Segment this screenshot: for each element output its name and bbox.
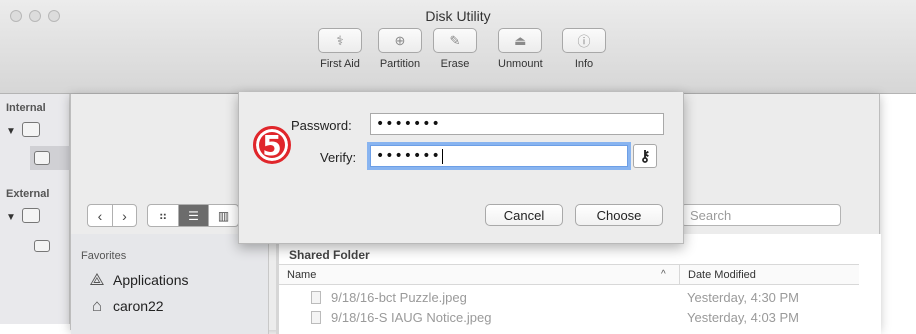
favorite-applications[interactable]: ⟁ Applications: [87, 270, 189, 290]
internal-disk-icon[interactable]: [22, 122, 40, 137]
password-sheet: 5 Password: ••••••• Verify: ••••••• ⚷ Ca…: [238, 92, 684, 244]
text-caret: [441, 148, 443, 164]
forward-button[interactable]: ›: [112, 205, 136, 226]
file-row[interactable]: 9/18/16-S IAUG Notice.jpeg Yesterday, 4:…: [279, 308, 859, 328]
applications-icon: ⟁: [89, 270, 105, 289]
favorite-label: Applications: [113, 272, 189, 288]
icon-view-button[interactable]: ⠶: [148, 205, 178, 226]
column-header: Name ^ Date Modified: [279, 264, 859, 285]
cancel-button[interactable]: Cancel: [485, 204, 563, 226]
file-name: 9/18/16-S IAUG Notice.jpeg: [331, 310, 492, 325]
external-section-label: External: [6, 188, 50, 200]
first-aid-label: First Aid: [320, 58, 360, 70]
step-number-badge: 5: [253, 126, 291, 164]
erase-icon: ✎: [449, 32, 461, 48]
stethoscope-icon: ⚕: [336, 32, 344, 48]
external-volume-icon[interactable]: [34, 240, 50, 252]
volume-icon: [34, 151, 50, 165]
window-title: Disk Utility: [425, 8, 491, 24]
file-list: Shared Folder Name ^ Date Modified 9/18/…: [276, 234, 881, 334]
favorite-home[interactable]: ⌂ caron22: [87, 296, 164, 316]
file-name: 9/18/16-bct Puzzle.jpeg: [331, 290, 467, 305]
disk-sidebar: Internal ▼ External ▼: [0, 94, 70, 324]
file-date: Yesterday, 4:03 PM: [687, 310, 800, 325]
first-aid-button[interactable]: ⚕ First Aid: [318, 28, 362, 70]
erase-label: Erase: [440, 58, 470, 70]
column-view-button[interactable]: ▥: [208, 205, 238, 226]
jpeg-file-icon: [311, 291, 321, 304]
favorites-sidebar: Favorites ⟁ Applications ⌂ caron22: [71, 234, 269, 334]
info-icon: ⓘ: [577, 34, 591, 49]
password-label: Password:: [291, 118, 352, 133]
password-field[interactable]: •••••••: [370, 113, 664, 135]
home-icon: ⌂: [91, 296, 103, 315]
window-titlebar: Disk Utility ⚕ First Aid ⊕ Partition ✎ E…: [0, 0, 916, 94]
favorites-header: Favorites: [81, 250, 127, 262]
unmount-label: Unmount: [498, 58, 543, 70]
internal-section-label: Internal: [6, 102, 46, 114]
choose-button[interactable]: Choose: [575, 204, 663, 226]
name-column-header[interactable]: Name: [287, 269, 316, 281]
folder-title: Shared Folder: [289, 248, 370, 262]
partition-label: Partition: [379, 58, 421, 70]
favorite-label: caron22: [113, 298, 164, 314]
back-button[interactable]: ‹: [88, 205, 112, 226]
list-view-button[interactable]: ☰: [178, 205, 208, 226]
back-forward-group: ‹ ›: [87, 204, 137, 227]
partition-icon: ⊕: [394, 32, 406, 48]
date-column-header[interactable]: Date Modified: [679, 265, 756, 285]
verify-label: Verify:: [320, 150, 357, 165]
verify-value: •••••••: [376, 148, 441, 164]
eject-icon: ⏏: [514, 32, 527, 48]
jpeg-file-icon: [311, 311, 321, 324]
search-input[interactable]: Search: [681, 204, 841, 226]
partition-button[interactable]: ⊕ Partition: [378, 28, 422, 70]
disclosure-triangle-icon[interactable]: ▼: [6, 126, 16, 137]
file-row[interactable]: 9/18/16-bct Puzzle.jpeg Yesterday, 4:30 …: [279, 288, 859, 308]
erase-button[interactable]: ✎ Erase: [433, 28, 477, 70]
external-disk-icon[interactable]: [22, 208, 40, 223]
verify-field[interactable]: •••••••: [370, 145, 628, 167]
info-button[interactable]: ⓘ Info: [562, 28, 606, 70]
disclosure-triangle-icon[interactable]: ▼: [6, 212, 16, 223]
info-label: Info: [574, 58, 594, 70]
password-assistant-key-icon[interactable]: ⚷: [633, 144, 657, 168]
file-date: Yesterday, 4:30 PM: [687, 290, 800, 305]
view-mode-group: ⠶ ☰ ▥: [147, 204, 239, 227]
unmount-button[interactable]: ⏏ Unmount: [498, 28, 543, 70]
sort-ascending-icon: ^: [661, 269, 666, 280]
